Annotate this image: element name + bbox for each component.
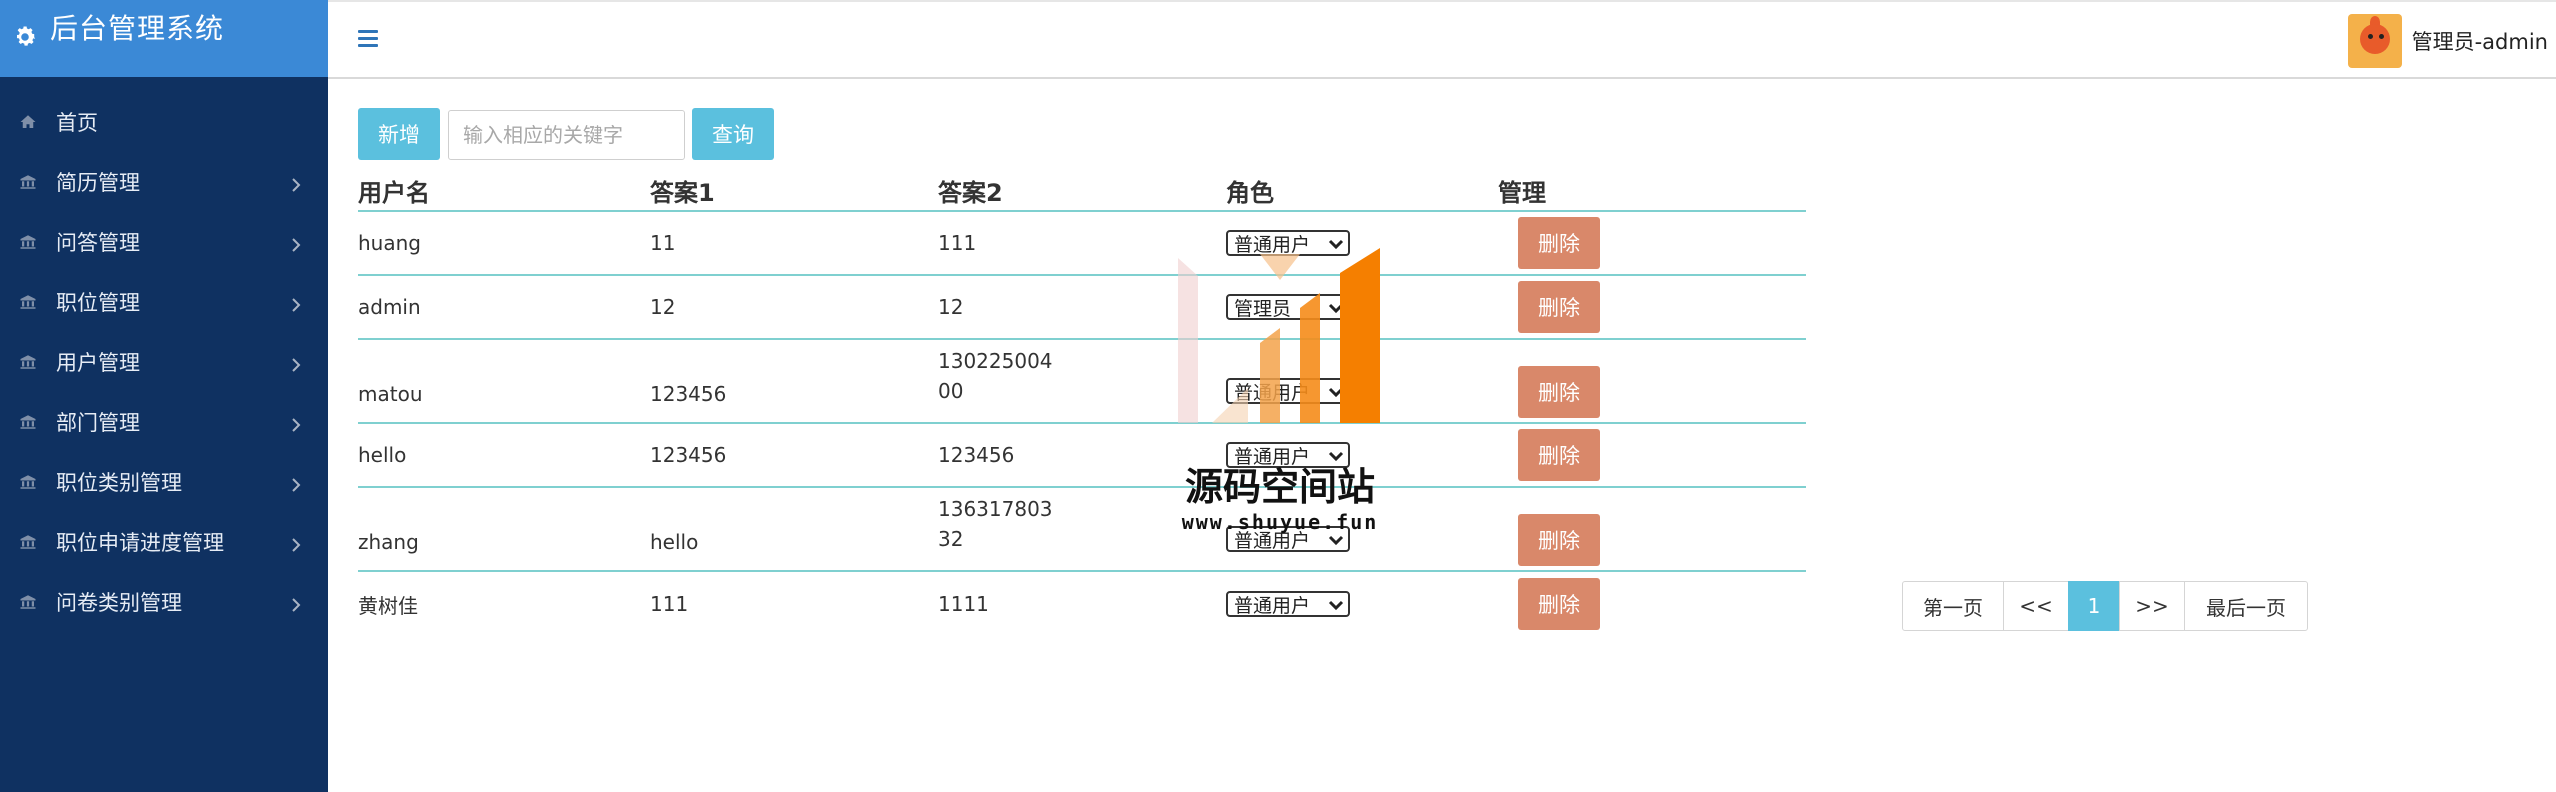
bank-icon xyxy=(18,292,38,312)
table-row: huang 11 111 普通用户 删除 xyxy=(358,212,1806,276)
table-row: zhang hello 136317803 32 普通用户 删除 xyxy=(358,488,1806,572)
column-header: 角色 xyxy=(1226,179,1274,207)
user-menu[interactable]: 管理员-admin xyxy=(2347,14,2548,68)
avatar xyxy=(2347,14,2402,68)
cell-answer1: 123456 xyxy=(650,382,727,406)
sidebar-menu: 首页 简历管理 问答管理 职位管理 用户管理 部门管理 职位类别管理 职位申请进… xyxy=(0,92,328,632)
chevron-down-icon xyxy=(1328,600,1344,611)
sidebar-item-resume[interactable]: 简历管理 xyxy=(0,152,328,212)
table-row: 黄树佳 111 1111 普通用户 删除 xyxy=(358,572,1806,636)
bank-icon xyxy=(18,232,38,252)
sidebar-item-users[interactable]: 用户管理 xyxy=(0,332,328,392)
cell-answer1: 111 xyxy=(650,592,689,616)
cell-username: huang xyxy=(358,231,421,255)
delete-button[interactable]: 删除 xyxy=(1518,514,1600,566)
sidebar-item-qa[interactable]: 问答管理 xyxy=(0,212,328,272)
column-header: 管理 xyxy=(1498,179,1546,207)
table-row: admin 12 12 管理员 删除 xyxy=(358,276,1806,340)
search-input[interactable] xyxy=(448,110,685,160)
sidebar-item-label: 简历管理 xyxy=(56,171,140,195)
sidebar-item-home[interactable]: 首页 xyxy=(0,92,328,152)
prev-page-button[interactable]: << xyxy=(2003,581,2069,631)
chevron-right-icon xyxy=(288,234,304,252)
sidebar-item-label: 职位管理 xyxy=(56,291,140,315)
hamburger-icon[interactable] xyxy=(358,30,378,50)
cell-answer2: 1111 xyxy=(938,592,989,616)
bank-icon xyxy=(18,172,38,192)
sidebar-item-application-progress[interactable]: 职位申请进度管理 xyxy=(0,512,328,572)
delete-button[interactable]: 删除 xyxy=(1518,429,1600,481)
query-button[interactable]: 查询 xyxy=(692,108,774,160)
cell-answer1: 123456 xyxy=(650,443,727,467)
chevron-right-icon xyxy=(288,474,304,492)
chevron-right-icon xyxy=(288,534,304,552)
column-header: 答案1 xyxy=(650,179,715,207)
cell-answer1: 11 xyxy=(650,231,676,255)
sidebar-item-departments[interactable]: 部门管理 xyxy=(0,392,328,452)
cell-role: 普通用户 xyxy=(1226,572,1498,636)
users-table: 用户名 答案1 答案2 角色 管理 huang 11 111 普通用户 删除 a… xyxy=(358,178,1806,636)
user-name: 管理员-admin xyxy=(2411,30,2548,54)
sidebar-item-position-categories[interactable]: 职位类别管理 xyxy=(0,452,328,512)
sidebar: 后台管理系统 首页 简历管理 问答管理 职位管理 用户管理 部门管理 职位类别管… xyxy=(0,0,328,792)
sidebar-item-label: 职位申请进度管理 xyxy=(56,531,224,555)
role-select[interactable]: 普通用户 xyxy=(1226,591,1350,617)
chevron-right-icon xyxy=(288,294,304,312)
watermark: 源码空间站 www.shuyue.fun xyxy=(1160,248,1400,548)
sidebar-item-label: 部门管理 xyxy=(56,411,140,435)
brand-header: 后台管理系统 xyxy=(0,0,328,77)
column-header: 用户名 xyxy=(358,179,430,207)
bank-icon xyxy=(18,352,38,372)
cell-username: hello xyxy=(358,443,407,467)
chevron-right-icon xyxy=(288,414,304,432)
sidebar-item-label: 问答管理 xyxy=(56,231,140,255)
current-page-button[interactable]: 1 xyxy=(2068,581,2120,631)
top-navbar: 管理员-admin xyxy=(328,0,2556,79)
cell-answer1: 12 xyxy=(650,295,676,319)
next-page-button[interactable]: >> xyxy=(2119,581,2185,631)
sidebar-item-label: 问卷类别管理 xyxy=(56,591,182,615)
bank-icon xyxy=(18,532,38,552)
bank-icon xyxy=(18,412,38,432)
chevron-right-icon xyxy=(288,174,304,192)
watermark-title: 源码空间站 xyxy=(1184,465,1375,509)
cell-username: matou xyxy=(358,382,423,406)
bank-icon xyxy=(18,472,38,492)
watermark-logo-icon xyxy=(1178,248,1380,423)
cell-username: 黄树佳 xyxy=(358,593,418,618)
sidebar-item-positions[interactable]: 职位管理 xyxy=(0,272,328,332)
cell-answer1: hello xyxy=(650,530,699,554)
delete-button[interactable]: 删除 xyxy=(1518,281,1600,333)
bank-icon xyxy=(18,592,38,612)
sidebar-item-survey-categories[interactable]: 问卷类别管理 xyxy=(0,572,328,632)
delete-button[interactable]: 删除 xyxy=(1518,578,1600,630)
first-page-button[interactable]: 第一页 xyxy=(1902,581,2004,631)
table-row: matou 123456 13022500400 普通用户 删除 xyxy=(358,340,1806,424)
last-page-button[interactable]: 最后一页 xyxy=(2184,581,2308,631)
gear-icon xyxy=(12,24,38,50)
watermark-url: www.shuyue.fun xyxy=(1181,510,1379,534)
column-header: 答案2 xyxy=(938,179,1003,207)
sidebar-item-label: 首页 xyxy=(56,111,98,135)
table-header: 用户名 答案1 答案2 角色 管理 xyxy=(358,178,1806,212)
sidebar-item-label: 用户管理 xyxy=(56,351,140,375)
add-button[interactable]: 新增 xyxy=(358,108,440,160)
pagination: 第一页 << 1 >> 最后一页 xyxy=(1902,581,2308,631)
home-icon xyxy=(18,112,38,132)
delete-button[interactable]: 删除 xyxy=(1518,366,1600,418)
chevron-right-icon xyxy=(288,354,304,372)
table-row: hello 123456 123456 普通用户 删除 xyxy=(358,424,1806,488)
chevron-right-icon xyxy=(288,594,304,612)
delete-button[interactable]: 删除 xyxy=(1518,217,1600,269)
cell-username: admin xyxy=(358,295,421,319)
app-title: 后台管理系统 xyxy=(50,12,225,45)
cell-username: zhang xyxy=(358,530,419,554)
sidebar-item-label: 职位类别管理 xyxy=(56,471,182,495)
